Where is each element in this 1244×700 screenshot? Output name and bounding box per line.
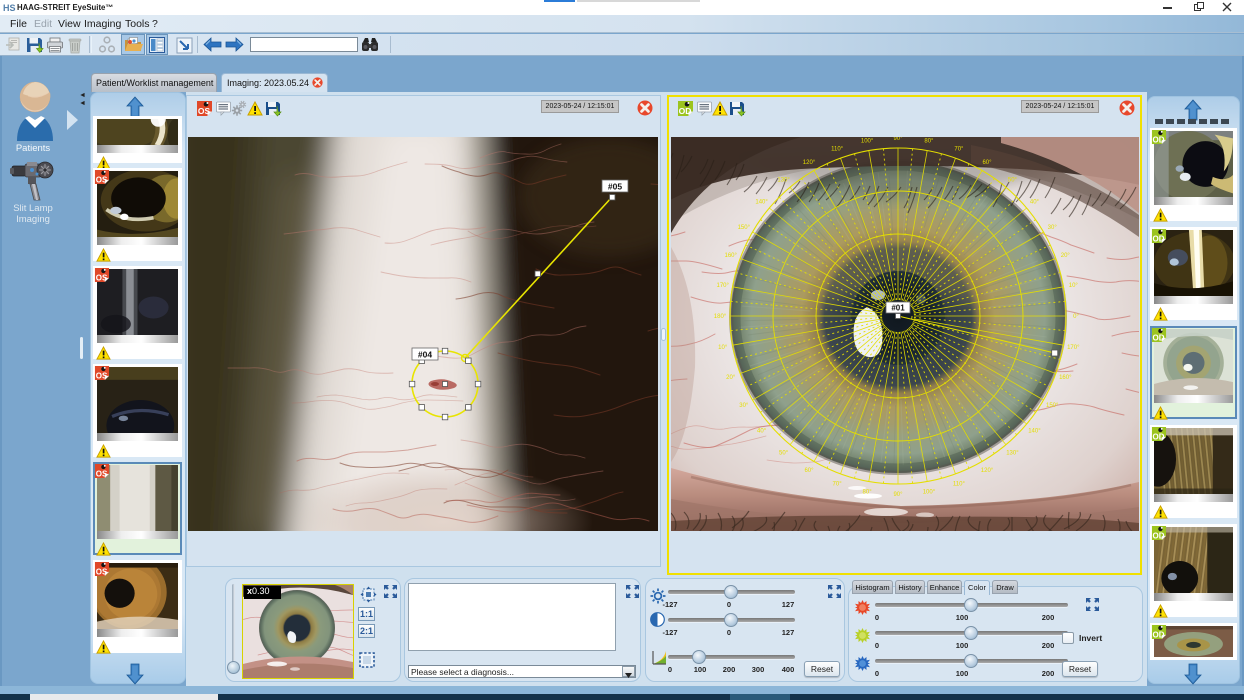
svg-text:160°: 160° xyxy=(724,253,737,259)
svg-text:60°: 60° xyxy=(982,160,992,166)
svg-text:#05: #05 xyxy=(608,182,622,192)
svg-text:140°: 140° xyxy=(755,200,768,206)
svg-text:OD: OD xyxy=(679,106,692,116)
svg-text:170°: 170° xyxy=(716,283,729,289)
svg-text:80°: 80° xyxy=(924,139,934,145)
svg-text:60°: 60° xyxy=(804,468,814,474)
svg-text:#01: #01 xyxy=(891,304,905,313)
svg-text:20°: 20° xyxy=(1061,253,1071,259)
svg-text:10°: 10° xyxy=(1069,283,1079,289)
svg-text:OD: OD xyxy=(1153,135,1165,144)
svg-text:OS: OS xyxy=(96,567,108,576)
svg-text:70°: 70° xyxy=(954,147,964,153)
svg-text:OS: OS xyxy=(96,469,108,478)
svg-text:30°: 30° xyxy=(739,403,749,409)
svg-text:160°: 160° xyxy=(1059,375,1072,381)
svg-text:110°: 110° xyxy=(831,147,844,153)
svg-text:OD: OD xyxy=(1153,531,1165,540)
svg-text:OD: OD xyxy=(1153,234,1165,243)
svg-text:80°: 80° xyxy=(863,489,873,495)
svg-text:OS: OS xyxy=(96,273,108,282)
svg-text:150°: 150° xyxy=(738,225,751,231)
svg-text:OS: OS xyxy=(198,106,211,116)
svg-text:110°: 110° xyxy=(953,481,966,487)
svg-text:50°: 50° xyxy=(1008,178,1018,184)
svg-text:0°: 0° xyxy=(1073,314,1079,320)
svg-text:40°: 40° xyxy=(1030,200,1040,206)
svg-text:120°: 120° xyxy=(981,468,994,474)
svg-text:#04: #04 xyxy=(418,350,432,360)
svg-text:OS: OS xyxy=(96,371,108,380)
svg-text:OD: OD xyxy=(1153,333,1165,342)
svg-text:90°: 90° xyxy=(893,137,903,142)
svg-text:OD: OD xyxy=(1153,432,1165,441)
svg-text:30°: 30° xyxy=(1048,225,1058,231)
svg-text:180°: 180° xyxy=(714,314,727,320)
svg-text:100°: 100° xyxy=(923,489,936,495)
svg-text:50°: 50° xyxy=(779,450,789,456)
svg-text:20°: 20° xyxy=(726,375,736,381)
svg-text:130°: 130° xyxy=(777,178,790,184)
svg-text:130°: 130° xyxy=(1006,450,1019,456)
svg-text:150°: 150° xyxy=(1046,403,1059,409)
svg-text:170°: 170° xyxy=(1067,345,1080,351)
svg-text:100°: 100° xyxy=(861,139,874,145)
svg-text:70°: 70° xyxy=(833,481,843,487)
svg-text:90°: 90° xyxy=(893,492,903,498)
svg-text:40°: 40° xyxy=(757,428,767,434)
svg-text:120°: 120° xyxy=(803,160,816,166)
svg-text:140°: 140° xyxy=(1028,428,1041,434)
svg-text:OD: OD xyxy=(1153,630,1165,639)
svg-text:10°: 10° xyxy=(718,345,728,351)
svg-text:OS: OS xyxy=(96,175,108,184)
